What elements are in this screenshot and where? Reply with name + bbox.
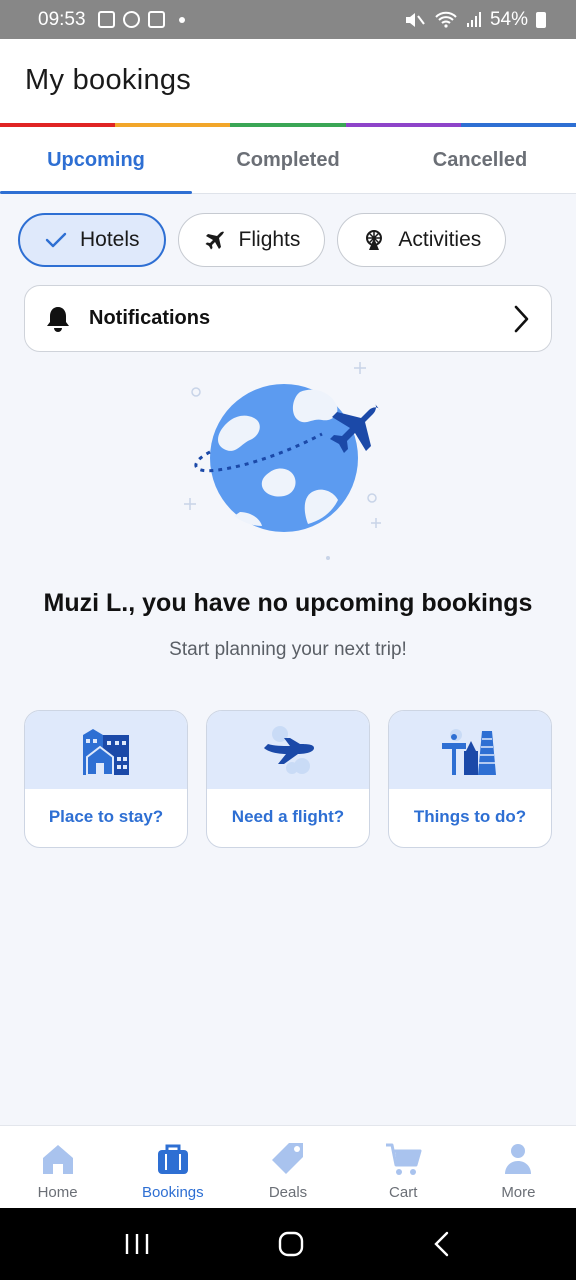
nav-cart[interactable]: Cart xyxy=(346,1126,461,1208)
place-to-stay-card[interactable]: Place to stay? xyxy=(24,710,188,848)
filter-chips: Hotels Flights Activities xyxy=(18,213,507,267)
tab-upcoming[interactable]: Upcoming xyxy=(0,127,192,194)
card-image-area xyxy=(25,711,187,789)
shield-icon xyxy=(122,11,140,28)
page-title: My bookings xyxy=(25,64,192,96)
ferris-wheel-icon xyxy=(366,230,383,250)
need-a-flight-label: Need a flight? xyxy=(231,807,345,826)
nav-deals[interactable]: Deals xyxy=(230,1126,345,1208)
status-notification-icons xyxy=(97,11,185,28)
nav-more-label: More xyxy=(501,1184,536,1201)
filter-flights-label: Flights xyxy=(238,228,301,251)
filter-flights-chip[interactable]: Flights xyxy=(177,213,326,267)
nav-cart-label: Cart xyxy=(389,1184,418,1201)
notifications-row[interactable]: Notifications xyxy=(24,285,552,352)
wifi-icon xyxy=(435,11,457,28)
briefcase-icon xyxy=(157,1144,188,1174)
filter-hotels-chip[interactable]: Hotels xyxy=(18,213,166,267)
plane-icon xyxy=(205,231,224,250)
tag-icon xyxy=(272,1143,303,1174)
airplane-icon xyxy=(264,726,314,774)
nav-deals-label: Deals xyxy=(268,1184,308,1201)
nav-bookings-label: Bookings xyxy=(141,1184,204,1201)
landmarks-icon xyxy=(442,729,496,775)
home-icon xyxy=(42,1145,73,1174)
signal-icon xyxy=(466,11,481,27)
globe-plane-illustration xyxy=(184,362,381,560)
filter-activities-label: Activities xyxy=(398,228,482,251)
recents-icon[interactable] xyxy=(124,1232,150,1256)
nav-home-label: Home xyxy=(37,1184,78,1201)
notifications-label: Notifications xyxy=(89,307,211,329)
app-header: My bookings xyxy=(0,39,576,123)
hotel-building-icon xyxy=(83,729,129,776)
back-icon[interactable] xyxy=(432,1231,452,1257)
bottom-nav: Home Bookings Deals Cart More xyxy=(0,1125,576,1208)
empty-state-title: Muzi L., you have no upcoming bookings xyxy=(43,589,533,617)
need-a-flight-card[interactable]: Need a flight? xyxy=(206,710,370,848)
nav-bookings[interactable]: Bookings xyxy=(115,1126,230,1208)
suggestion-cards: Place to stay? Need a flight? Things to … xyxy=(24,710,552,848)
tab-completed[interactable]: Completed xyxy=(192,127,384,193)
things-to-do-label: Things to do? xyxy=(413,807,527,826)
nav-more[interactable]: More xyxy=(461,1126,576,1208)
tab-cancelled[interactable]: Cancelled xyxy=(384,127,576,193)
place-to-stay-label: Place to stay? xyxy=(48,807,164,826)
status-bar: 09:53 54% xyxy=(0,0,576,39)
booking-tabs: Upcoming Completed Cancelled xyxy=(0,127,576,194)
dot-icon xyxy=(178,16,185,23)
home-circle-icon[interactable] xyxy=(278,1231,304,1257)
system-nav-bar xyxy=(0,1208,576,1280)
battery-icon xyxy=(536,11,546,28)
check-icon xyxy=(45,232,67,248)
checkbox-icon xyxy=(147,11,165,28)
card-image-area xyxy=(389,711,551,789)
filter-activities-chip[interactable]: Activities xyxy=(337,213,507,267)
person-icon xyxy=(505,1144,532,1174)
empty-state-subtitle: Start planning your next trip! xyxy=(169,639,407,660)
chevron-right-icon xyxy=(514,305,529,332)
battery-percentage: 54% xyxy=(489,8,528,30)
filter-hotels-label: Hotels xyxy=(80,228,140,251)
gallery-icon xyxy=(97,11,115,28)
mute-icon xyxy=(405,12,425,27)
status-time: 09:53 xyxy=(38,8,86,30)
cart-icon xyxy=(386,1143,422,1175)
nav-home[interactable]: Home xyxy=(0,1126,115,1208)
card-image-area xyxy=(207,711,369,789)
things-to-do-card[interactable]: Things to do? xyxy=(388,710,552,848)
bell-icon xyxy=(47,306,69,332)
